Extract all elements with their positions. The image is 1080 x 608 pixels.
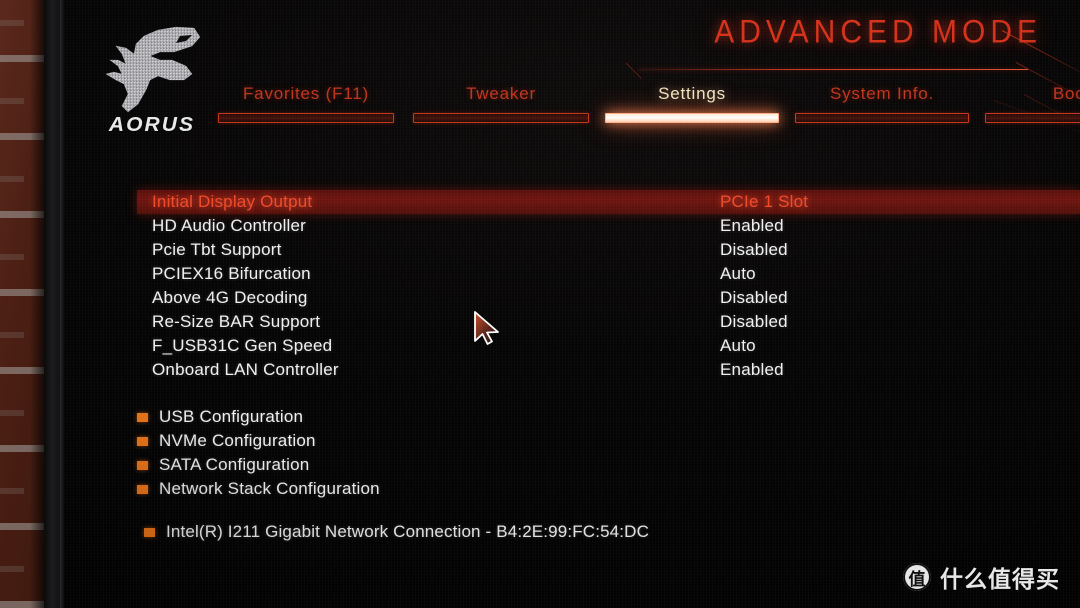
brick-wall-background <box>0 0 48 608</box>
setting-name: Onboard LAN Controller <box>152 360 339 379</box>
submenu-network-stack-configuration[interactable]: Network Stack Configuration <box>137 477 380 501</box>
tab-boot-label: Boot <box>1052 84 1080 103</box>
tab-favorites[interactable]: Favorites (F11) <box>218 84 394 123</box>
submenu-nvme-configuration[interactable]: NVMe Configuration <box>137 429 316 453</box>
setting-name: Re-Size BAR Support <box>152 312 321 331</box>
tab-system-info[interactable]: System Info. <box>795 84 969 123</box>
submenu-label: SATA Configuration <box>159 455 310 474</box>
submenu-sata-configuration[interactable]: SATA Configuration <box>137 453 309 477</box>
setting-name: HD Audio Controller <box>152 216 307 235</box>
submenu-label: NVMe Configuration <box>159 431 316 450</box>
tab-system-info-underline <box>795 113 969 123</box>
setting-row-onboard-lan-controller[interactable]: Onboard LAN Controller Enabled <box>137 358 1080 382</box>
setting-value[interactable]: Disabled <box>720 312 788 332</box>
setting-value[interactable]: Enabled <box>720 216 784 236</box>
tab-favorites-label: Favorites (F11) <box>243 84 369 103</box>
submenu-label: Network Stack Configuration <box>159 479 380 498</box>
tab-tweaker[interactable]: Tweaker <box>413 84 589 123</box>
tab-settings-underline <box>605 113 779 123</box>
tab-tweaker-label: Tweaker <box>466 84 536 103</box>
setting-value[interactable]: Auto <box>720 336 756 356</box>
watermark-badge-icon: 值 <box>903 563 931 591</box>
nic-item-intel-i211[interactable]: Intel(R) I211 Gigabit Network Connection… <box>144 520 649 544</box>
setting-name: Pcie Tbt Support <box>152 240 282 259</box>
setting-name: PCIEX16 Bifurcation <box>152 264 311 283</box>
tab-tweaker-underline <box>413 113 589 123</box>
header-divider-line <box>638 69 1028 70</box>
submenu-label: USB Configuration <box>159 407 304 426</box>
setting-row-pcie-tbt-support[interactable]: Pcie Tbt Support Disabled <box>137 238 1080 262</box>
site-watermark: 值 什么值得买 <box>903 560 1060 594</box>
header-corner-accent <box>625 47 658 79</box>
submenu-bullet-icon <box>137 412 148 422</box>
tab-settings[interactable]: Settings <box>605 84 779 123</box>
submenu-bullet-icon <box>137 484 148 494</box>
submenu-usb-configuration[interactable]: USB Configuration <box>137 405 303 429</box>
bios-screen: AORUS ADVANCED MODE Favorites (F11) Twea… <box>64 0 1080 608</box>
setting-value[interactable]: Disabled <box>720 288 788 308</box>
setting-value[interactable]: Disabled <box>720 240 788 260</box>
setting-name: Initial Display Output <box>152 192 313 211</box>
setting-value[interactable]: PCIe 1 Slot <box>720 192 808 212</box>
tab-settings-label: Settings <box>658 84 726 103</box>
setting-row-f-usb31c-gen-speed[interactable]: F_USB31C Gen Speed Auto <box>137 334 1080 358</box>
setting-row-hd-audio-controller[interactable]: HD Audio Controller Enabled <box>137 214 1080 238</box>
setting-value[interactable]: Auto <box>720 264 756 284</box>
watermark-text: 什么值得买 <box>940 567 1060 593</box>
nav-tabs: Favorites (F11) Tweaker Settings System … <box>64 84 1080 132</box>
tab-system-info-label: System Info. <box>829 84 935 103</box>
tab-boot-underline <box>985 113 1080 123</box>
setting-name: F_USB31C Gen Speed <box>152 336 333 355</box>
setting-row-initial-display-output[interactable]: Initial Display Output PCIe 1 Slot <box>137 190 1080 214</box>
screenshot-root: AORUS ADVANCED MODE Favorites (F11) Twea… <box>0 0 1080 608</box>
submenu-bullet-icon <box>144 527 155 537</box>
tab-boot[interactable]: Boot <box>985 84 1080 123</box>
setting-name: Above 4G Decoding <box>152 288 308 307</box>
nic-label: Intel(R) I211 Gigabit Network Connection… <box>166 522 650 541</box>
bios-header: AORUS ADVANCED MODE Favorites (F11) Twea… <box>64 0 1080 146</box>
setting-row-pciex16-bifurcation[interactable]: PCIEX16 Bifurcation Auto <box>137 262 1080 286</box>
setting-value[interactable]: Enabled <box>720 360 784 380</box>
submenu-bullet-icon <box>137 436 148 446</box>
advanced-mode-title: ADVANCED MODE <box>714 14 1042 51</box>
tab-favorites-underline <box>218 113 394 123</box>
setting-row-re-size-bar-support[interactable]: Re-Size BAR Support Disabled <box>137 310 1080 334</box>
settings-panel: Initial Display Output PCIe 1 Slot HD Au… <box>64 140 1080 608</box>
setting-row-above-4g-decoding[interactable]: Above 4G Decoding Disabled <box>137 286 1080 310</box>
submenu-bullet-icon <box>137 460 148 470</box>
